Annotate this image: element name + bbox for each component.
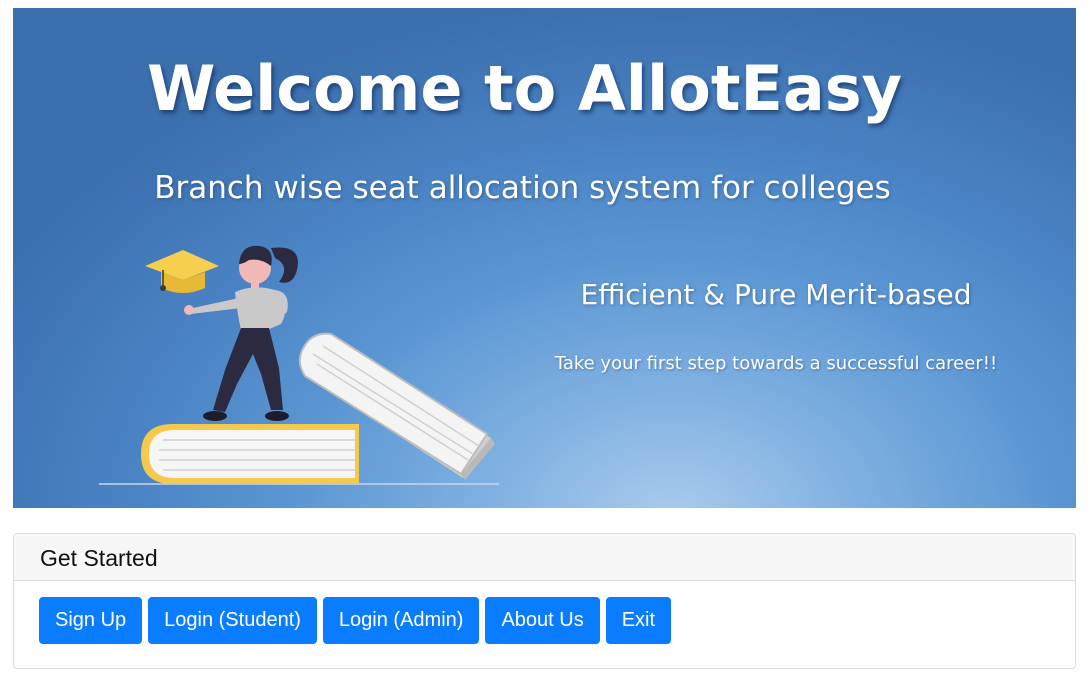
hero-banner: Welcome to AllotEasy Branch wise seat al…: [13, 8, 1076, 508]
get-started-card: Get Started Sign Up Login (Student) Logi…: [13, 533, 1076, 669]
banner-cta-text: Take your first step towards a successfu…: [554, 353, 998, 374]
banner-tagline: Efficient & Pure Merit-based: [580, 278, 972, 311]
login-student-button[interactable]: Login (Student): [148, 597, 317, 644]
card-header: Get Started: [14, 534, 1075, 581]
login-admin-button[interactable]: Login (Admin): [322, 597, 480, 644]
sign-up-button[interactable]: Sign Up: [39, 597, 143, 644]
about-us-button[interactable]: About Us: [485, 597, 600, 644]
welcome-title: Welcome to AllotEasy: [146, 52, 903, 125]
button-row: Sign Up Login (Student) Login (Admin) Ab…: [14, 581, 1075, 644]
exit-button[interactable]: Exit: [605, 597, 672, 644]
banner-subtitle: Branch wise seat allocation system for c…: [154, 170, 891, 206]
closed-book: [141, 424, 359, 484]
graduation-cap-icon: [145, 250, 219, 293]
